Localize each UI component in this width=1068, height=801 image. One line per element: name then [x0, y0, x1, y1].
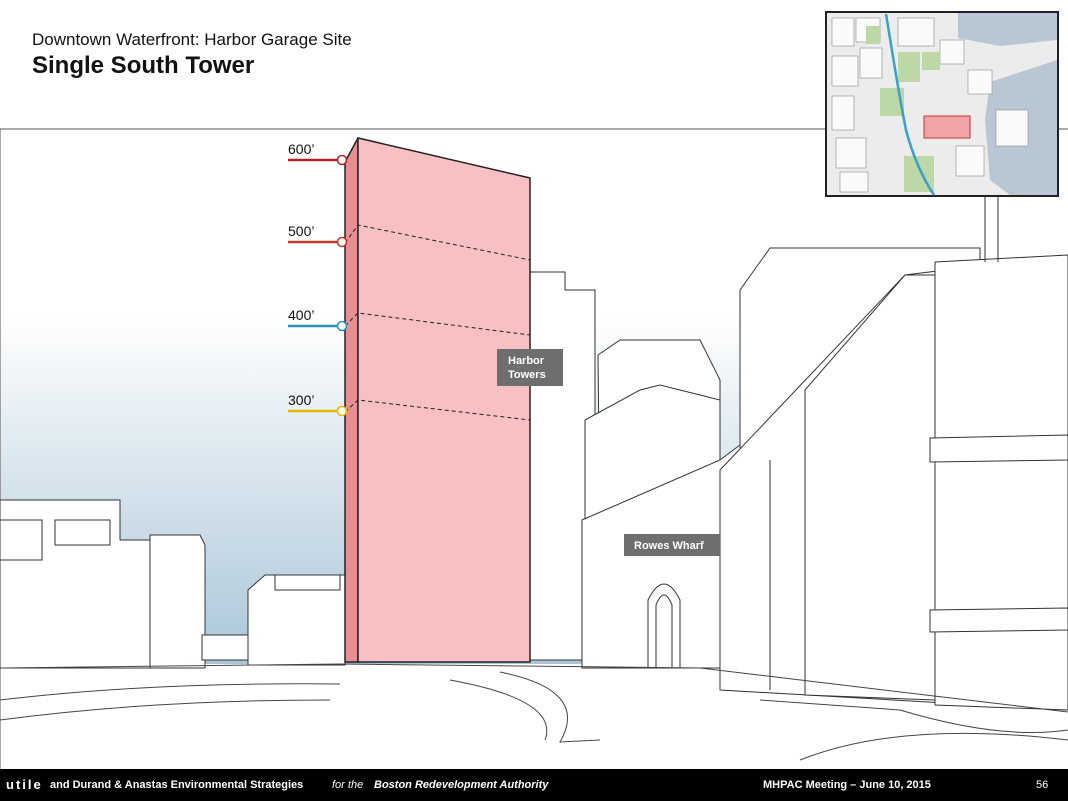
footer-orgs: and Durand & Anastas Environmental Strat…	[50, 779, 304, 791]
footer-meeting: MHPAC Meeting – June 10, 2015	[763, 779, 931, 791]
svg-text:Towers: Towers	[508, 369, 546, 381]
proposed-tower	[344, 137, 531, 663]
footer-page-number: 56	[1036, 779, 1049, 791]
svg-text:Harbor: Harbor	[508, 355, 545, 367]
height-label-500: 500’	[288, 223, 314, 239]
height-label-600: 600’	[288, 141, 314, 157]
svg-text:Rowes Wharf: Rowes Wharf	[634, 540, 704, 552]
footer-for-text: for the	[332, 779, 364, 791]
height-label-300: 300’	[288, 392, 314, 408]
height-label-400: 400’	[288, 307, 314, 323]
footer-client: Boston Redevelopment Authority	[374, 779, 549, 791]
site-marker	[923, 115, 971, 139]
proposed-tower-shadow-face	[344, 137, 359, 663]
callout-rowes-wharf: Rowes Wharf	[624, 534, 720, 556]
footer-bar: utile and Durand & Anastas Environmental…	[0, 769, 1068, 801]
proposed-tower-front	[357, 137, 531, 663]
callout-harbor-towers: Harbor Towers	[497, 349, 563, 386]
key-map-inset	[825, 11, 1059, 197]
footer-logo: utile	[6, 777, 43, 792]
massing-view: 600’ 500’ 400’ 300’ Harbor Towers Rowes …	[0, 11, 1068, 769]
